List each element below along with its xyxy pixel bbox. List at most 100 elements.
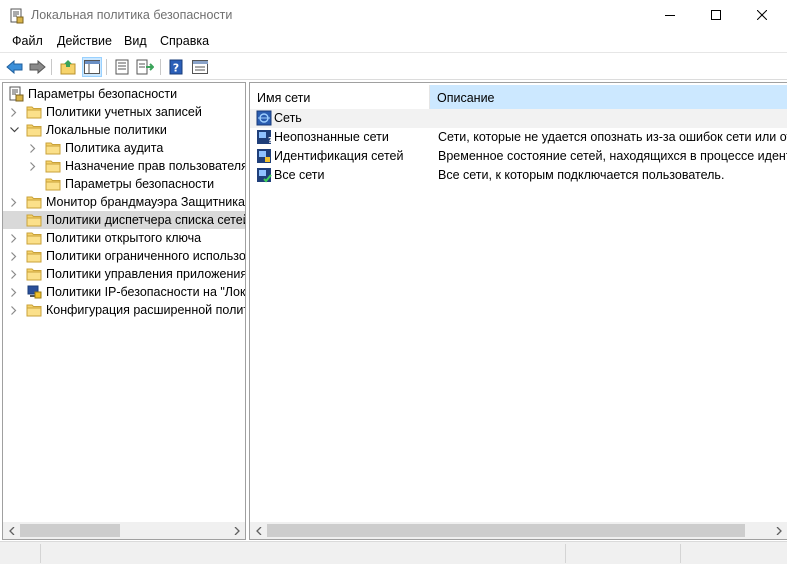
network-description: Все сети, к которым подключается пользов… bbox=[438, 168, 725, 182]
menu-view[interactable]: Вид bbox=[124, 34, 147, 48]
tree-item-label: Политики открытого ключа bbox=[46, 231, 202, 245]
chevron-right-icon[interactable] bbox=[7, 195, 21, 209]
tree-item-label: Политики управления приложениями bbox=[46, 267, 246, 281]
details-scroll-thumb[interactable] bbox=[267, 524, 745, 537]
tree-item-label: Политики учетных записей bbox=[46, 105, 202, 119]
folder-icon bbox=[26, 302, 42, 318]
ipsec-icon bbox=[26, 284, 42, 300]
folder-icon bbox=[26, 266, 42, 282]
chevron-right-icon[interactable] bbox=[7, 105, 21, 119]
tree-item-label: Политика аудита bbox=[65, 141, 164, 155]
details-pane[interactable]: Имя сети Описание Сеть ?Неопознанные сет… bbox=[249, 82, 787, 540]
tree-item[interactable]: Параметры безопасности bbox=[3, 175, 245, 193]
menu-file[interactable]: Файл bbox=[12, 34, 43, 48]
tree-item[interactable]: Назначение прав пользователя bbox=[3, 157, 245, 175]
tree-horizontal-scrollbar[interactable] bbox=[3, 522, 245, 539]
folder-icon bbox=[45, 176, 61, 192]
back-icon[interactable] bbox=[5, 57, 25, 77]
chevron-right-icon[interactable] bbox=[7, 303, 21, 317]
tree-item-label: Политики диспетчера списка сетей bbox=[46, 213, 246, 227]
column-header-label: Описание bbox=[437, 91, 495, 105]
show-hide-tree-icon[interactable] bbox=[82, 57, 102, 77]
folder-icon bbox=[45, 140, 61, 156]
maximize-button[interactable] bbox=[693, 0, 739, 30]
help-icon[interactable]: ? bbox=[166, 57, 186, 77]
forward-icon[interactable] bbox=[27, 57, 47, 77]
tree-item-label: Политики IP-безопасности на "Локальный к… bbox=[46, 285, 246, 299]
tree-item[interactable]: Политики управления приложениями bbox=[3, 265, 245, 283]
scroll-left-arrow-icon[interactable] bbox=[250, 522, 267, 539]
view-icon[interactable] bbox=[190, 57, 210, 77]
network-name: Все сети bbox=[274, 168, 325, 182]
all-networks-icon bbox=[256, 167, 272, 183]
folder-icon bbox=[26, 230, 42, 246]
tree-item[interactable]: Конфигурация расширенной политики аудита bbox=[3, 301, 245, 319]
network-name: Идентификация сетей bbox=[274, 149, 404, 163]
status-segment bbox=[565, 544, 566, 563]
chevron-right-icon[interactable] bbox=[26, 159, 40, 173]
chevron-right-icon[interactable] bbox=[7, 267, 21, 281]
tree-item-label: Назначение прав пользователя bbox=[65, 159, 246, 173]
tree-item-label: Локальные политики bbox=[46, 123, 167, 137]
list-item[interactable]: ?Неопознанные сети Сети, которые не удает… bbox=[250, 128, 787, 147]
unidentified-network-icon: ? bbox=[256, 129, 273, 145]
scroll-right-arrow-icon[interactable] bbox=[770, 522, 787, 539]
network-group-icon bbox=[256, 110, 272, 126]
tree-item[interactable]: Политики IP-безопасности на "Локальный к… bbox=[3, 283, 245, 301]
status-bar bbox=[0, 541, 787, 564]
tree-item[interactable]: Политики учетных записей bbox=[3, 103, 245, 121]
list-group-label: Сеть bbox=[274, 111, 302, 125]
scroll-right-arrow-icon[interactable] bbox=[228, 522, 245, 539]
identifying-network-icon bbox=[256, 148, 272, 164]
tree-item[interactable]: Политика аудита bbox=[3, 139, 245, 157]
menu-action[interactable]: Действие bbox=[57, 34, 112, 48]
tree-item[interactable]: Параметры безопасности bbox=[3, 85, 245, 103]
minimize-button[interactable] bbox=[647, 0, 693, 30]
folder-icon bbox=[26, 248, 42, 264]
network-name: Неопознанные сети bbox=[274, 130, 389, 144]
properties-icon[interactable] bbox=[112, 57, 132, 77]
folder-icon bbox=[26, 194, 42, 210]
column-header-description[interactable]: Описание bbox=[430, 85, 787, 109]
chevron-right-icon[interactable] bbox=[26, 141, 40, 155]
chevron-right-icon[interactable] bbox=[7, 285, 21, 299]
list-group-network[interactable]: Сеть bbox=[250, 109, 787, 128]
status-segment bbox=[680, 544, 681, 563]
network-description: Сети, которые не удается опознать из-за … bbox=[438, 130, 787, 144]
toolbar-separator bbox=[51, 59, 52, 75]
security-policy-icon bbox=[10, 8, 24, 24]
tree-item[interactable]: Политики диспетчера списка сетей bbox=[3, 211, 245, 229]
toolbar: ? bbox=[0, 52, 787, 80]
tree-item[interactable]: Локальные политики bbox=[3, 121, 245, 139]
console-tree[interactable]: Параметры безопасности Политики учетных з… bbox=[2, 82, 246, 540]
folder-icon bbox=[26, 104, 42, 120]
list-item[interactable]: Все сети Все сети, к которым подключается… bbox=[250, 166, 787, 185]
chevron-right-icon[interactable] bbox=[7, 249, 21, 263]
tree-item[interactable]: Монитор брандмауэра Защитника Windows bbox=[3, 193, 245, 211]
column-header-network-name[interactable]: Имя сети bbox=[250, 85, 430, 109]
close-button[interactable] bbox=[739, 0, 785, 30]
security-settings-icon bbox=[8, 86, 24, 102]
tree-item-label: Монитор брандмауэра Защитника Windows bbox=[46, 195, 245, 209]
tree-scroll-thumb[interactable] bbox=[20, 524, 120, 537]
tree-item-label: Политики ограниченного использования про… bbox=[46, 249, 246, 263]
svg-text:?: ? bbox=[173, 62, 179, 75]
tree-item[interactable]: Политики открытого ключа bbox=[3, 229, 245, 247]
folder-icon bbox=[26, 122, 42, 138]
tree-item[interactable]: Политики ограниченного использования про… bbox=[3, 247, 245, 265]
scroll-left-arrow-icon[interactable] bbox=[3, 522, 20, 539]
list-item[interactable]: Идентификация сетей Временное состояние с… bbox=[250, 147, 787, 166]
toolbar-separator bbox=[160, 59, 161, 75]
chevron-down-icon[interactable] bbox=[7, 123, 21, 137]
column-header-label: Имя сети bbox=[257, 91, 311, 105]
menu-help[interactable]: Справка bbox=[160, 34, 209, 48]
folder-icon bbox=[26, 212, 42, 228]
folder-icon bbox=[45, 158, 61, 174]
tree-item-label: Параметры безопасности bbox=[28, 87, 178, 101]
details-horizontal-scrollbar[interactable] bbox=[250, 522, 787, 539]
window-title: Локальная политика безопасности bbox=[31, 8, 233, 22]
toolbar-separator bbox=[106, 59, 107, 75]
chevron-right-icon[interactable] bbox=[7, 231, 21, 245]
up-folder-icon[interactable] bbox=[58, 57, 78, 77]
export-list-icon[interactable] bbox=[135, 57, 155, 77]
